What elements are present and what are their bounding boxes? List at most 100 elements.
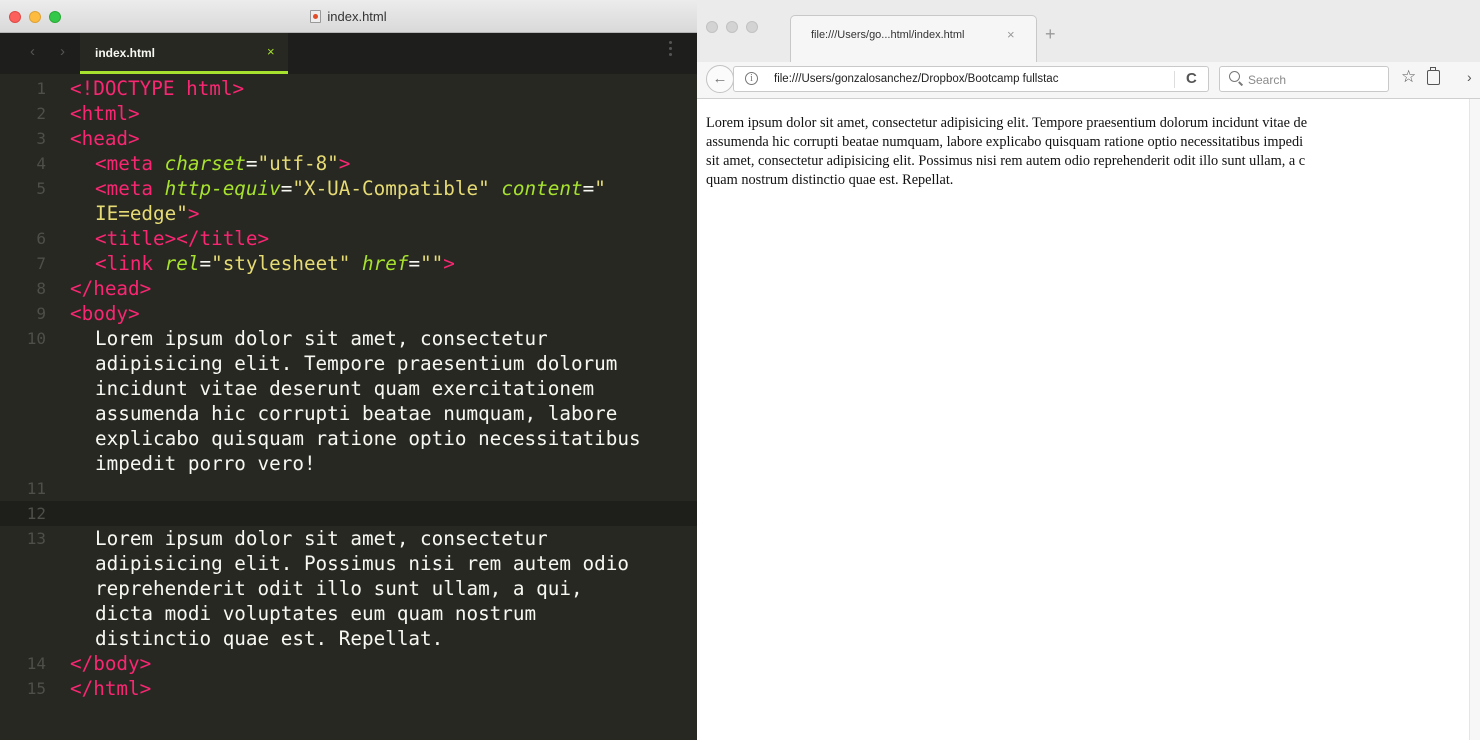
back-button[interactable]: ← xyxy=(706,65,734,93)
code-text: reprehenderit odit illo sunt ullam, a qu… xyxy=(95,577,583,600)
code-line[interactable]: 7 <link rel="stylesheet" href=""> xyxy=(0,251,697,276)
code-line[interactable]: assumenda hic corrupti beatae numquam, l… xyxy=(0,401,697,426)
code-line[interactable]: 11 xyxy=(0,476,697,501)
code-line[interactable]: dicta modi voluptates eum quam nostrum xyxy=(0,601,697,626)
toolbar-overflow-icon[interactable]: › xyxy=(1467,69,1472,85)
code-line[interactable]: 1 <!DOCTYPE html> xyxy=(0,76,697,101)
page-text-line: sit amet, consectetur adipisicing elit. … xyxy=(706,153,1306,169)
browser-close-window-button[interactable] xyxy=(706,21,718,33)
code-line[interactable]: impedit porro vero! xyxy=(0,451,697,476)
browser-tab-close-icon[interactable]: × xyxy=(1007,27,1015,42)
search-placeholder: Search xyxy=(1248,73,1287,87)
editor-window: index.html ‹ › index.html × 1 <!DOCTYPE h… xyxy=(0,0,697,740)
browser-tab-bar: file:///Users/go...html/index.html × + xyxy=(697,0,1480,62)
reading-list-clipboard-icon[interactable] xyxy=(1427,67,1440,85)
reload-icon[interactable]: C xyxy=(1186,70,1197,87)
code-line[interactable]: 15 </html> xyxy=(0,676,697,701)
code-line[interactable]: 8 </head> xyxy=(0,276,697,301)
page-content: Lorem ipsum dolor sit amet, consectetur … xyxy=(706,114,1480,190)
code-line[interactable]: 6 <title></title> xyxy=(0,226,697,251)
page-text-line: quam nostrum distinctio quae est. Repell… xyxy=(706,172,954,188)
line-number: 4 xyxy=(36,154,46,173)
code-text: <meta charset="utf-8"> xyxy=(95,152,351,175)
code-area[interactable]: 1 <!DOCTYPE html> 2 <html> 3 <head> 4 <meta cha… xyxy=(0,76,697,701)
code-text: <!DOCTYPE html> xyxy=(70,77,245,100)
browser-tab-label: file:///Users/go...html/index.html xyxy=(811,29,965,41)
code-line[interactable]: incidunt vitae deserunt quam exercitatio… xyxy=(0,376,697,401)
page-scrollbar[interactable] xyxy=(1469,99,1480,740)
code-text: <html> xyxy=(70,102,140,125)
code-line[interactable]: 2 <html> xyxy=(0,101,697,126)
search-input[interactable]: Search xyxy=(1219,66,1389,92)
code-line[interactable]: adipisicing elit. Possimus nisi rem aute… xyxy=(0,551,697,576)
code-text: <body> xyxy=(70,302,140,325)
code-line[interactable]: adipisicing elit. Tempore praesentium do… xyxy=(0,351,697,376)
line-number: 2 xyxy=(36,104,46,123)
browser-window: file:///Users/go...html/index.html × + ←… xyxy=(697,0,1480,740)
browser-minimize-window-button[interactable] xyxy=(726,21,738,33)
code-line[interactable]: 4 <meta charset="utf-8"> xyxy=(0,151,697,176)
editor-nav-forward-icon[interactable]: › xyxy=(60,43,65,60)
browser-toolbar: ← i file:///Users/gonzalosanchez/Dropbox… xyxy=(697,62,1480,99)
code-line[interactable]: 5 <meta http-equiv="X-UA-Compatible" cont… xyxy=(0,176,697,201)
line-number: 10 xyxy=(26,329,46,348)
code-line[interactable]: 3 <head> xyxy=(0,126,697,151)
more-options-icon[interactable] xyxy=(669,41,673,59)
line-number: 12 xyxy=(26,504,46,523)
editor-nav-back-icon[interactable]: ‹ xyxy=(30,43,35,60)
code-text: impedit porro vero! xyxy=(95,452,316,475)
url-text[interactable]: file:///Users/gonzalosanchez/Dropbox/Boo… xyxy=(774,73,1058,85)
code-text: </html> xyxy=(70,677,152,700)
line-number: 15 xyxy=(26,679,46,698)
bookmark-star-icon[interactable]: ☆ xyxy=(1401,67,1416,87)
line-number: 13 xyxy=(26,529,46,548)
page-text-line: assumenda hic corrupti beatae numquam, l… xyxy=(706,134,1304,150)
line-number: 3 xyxy=(36,129,46,148)
code-text: incidunt vitae deserunt quam exercitatio… xyxy=(95,377,595,400)
code-text: distinctio quae est. Repellat. xyxy=(95,627,444,650)
code-text: dicta modi voluptates eum quam nostrum xyxy=(95,602,537,625)
info-icon[interactable]: i xyxy=(745,72,758,85)
line-number: 5 xyxy=(36,179,46,198)
line-number: 1 xyxy=(36,79,46,98)
code-line[interactable]: explicabo quisquam ratione optio necessi… xyxy=(0,426,697,451)
line-number: 7 xyxy=(36,254,46,273)
url-bar[interactable]: i file:///Users/gonzalosanchez/Dropbox/B… xyxy=(733,66,1209,92)
editor-window-title: index.html xyxy=(0,9,697,24)
code-text: <head> xyxy=(70,127,140,150)
code-line[interactable]: 14 </body> xyxy=(0,651,697,676)
html-file-icon xyxy=(310,10,322,23)
editor-window-title-text: index.html xyxy=(327,9,387,24)
code-text: <meta http-equiv="X-UA-Compatible" conte… xyxy=(95,177,606,200)
code-line[interactable]: 13 Lorem ipsum dolor sit amet, consectetu… xyxy=(0,526,697,551)
browser-tab-index-html[interactable]: file:///Users/go...html/index.html × xyxy=(790,15,1037,62)
code-line[interactable]: reprehenderit odit illo sunt ullam, a qu… xyxy=(0,576,697,601)
editor-tab-bar: ‹ › index.html × xyxy=(0,33,697,74)
code-text: <link rel="stylesheet" href=""> xyxy=(95,252,455,275)
code-text: <title></title> xyxy=(95,227,270,250)
code-text: </body> xyxy=(70,652,152,675)
code-text: Lorem ipsum dolor sit amet, consectetur xyxy=(95,327,548,350)
code-line[interactable]: 10 Lorem ipsum dolor sit amet, consectetu… xyxy=(0,326,697,351)
browser-zoom-window-button[interactable] xyxy=(746,21,758,33)
code-line[interactable]: distinctio quae est. Repellat. xyxy=(0,626,697,651)
line-number: 9 xyxy=(36,304,46,323)
code-text: </head> xyxy=(70,277,152,300)
line-number: 8 xyxy=(36,279,46,298)
url-bar-divider xyxy=(1174,71,1175,88)
tab-close-icon[interactable]: × xyxy=(267,44,275,59)
editor-tab-label: index.html xyxy=(95,46,156,60)
new-tab-icon[interactable]: + xyxy=(1045,24,1056,45)
search-icon xyxy=(1229,71,1240,82)
code-line[interactable]: IE=edge"> xyxy=(0,201,697,226)
code-text: adipisicing elit. Possimus nisi rem aute… xyxy=(95,552,629,575)
code-line[interactable]: 9 <body> xyxy=(0,301,697,326)
line-number: 14 xyxy=(26,654,46,673)
code-text: assumenda hic corrupti beatae numquam, l… xyxy=(95,402,618,425)
code-text: Lorem ipsum dolor sit amet, consectetur xyxy=(95,527,548,550)
code-line[interactable]: 12 xyxy=(0,501,697,526)
line-number: 11 xyxy=(26,479,46,498)
line-number: 6 xyxy=(36,229,46,248)
tab-index-html[interactable]: index.html × xyxy=(80,33,288,74)
code-text: explicabo quisquam ratione optio necessi… xyxy=(95,427,641,450)
